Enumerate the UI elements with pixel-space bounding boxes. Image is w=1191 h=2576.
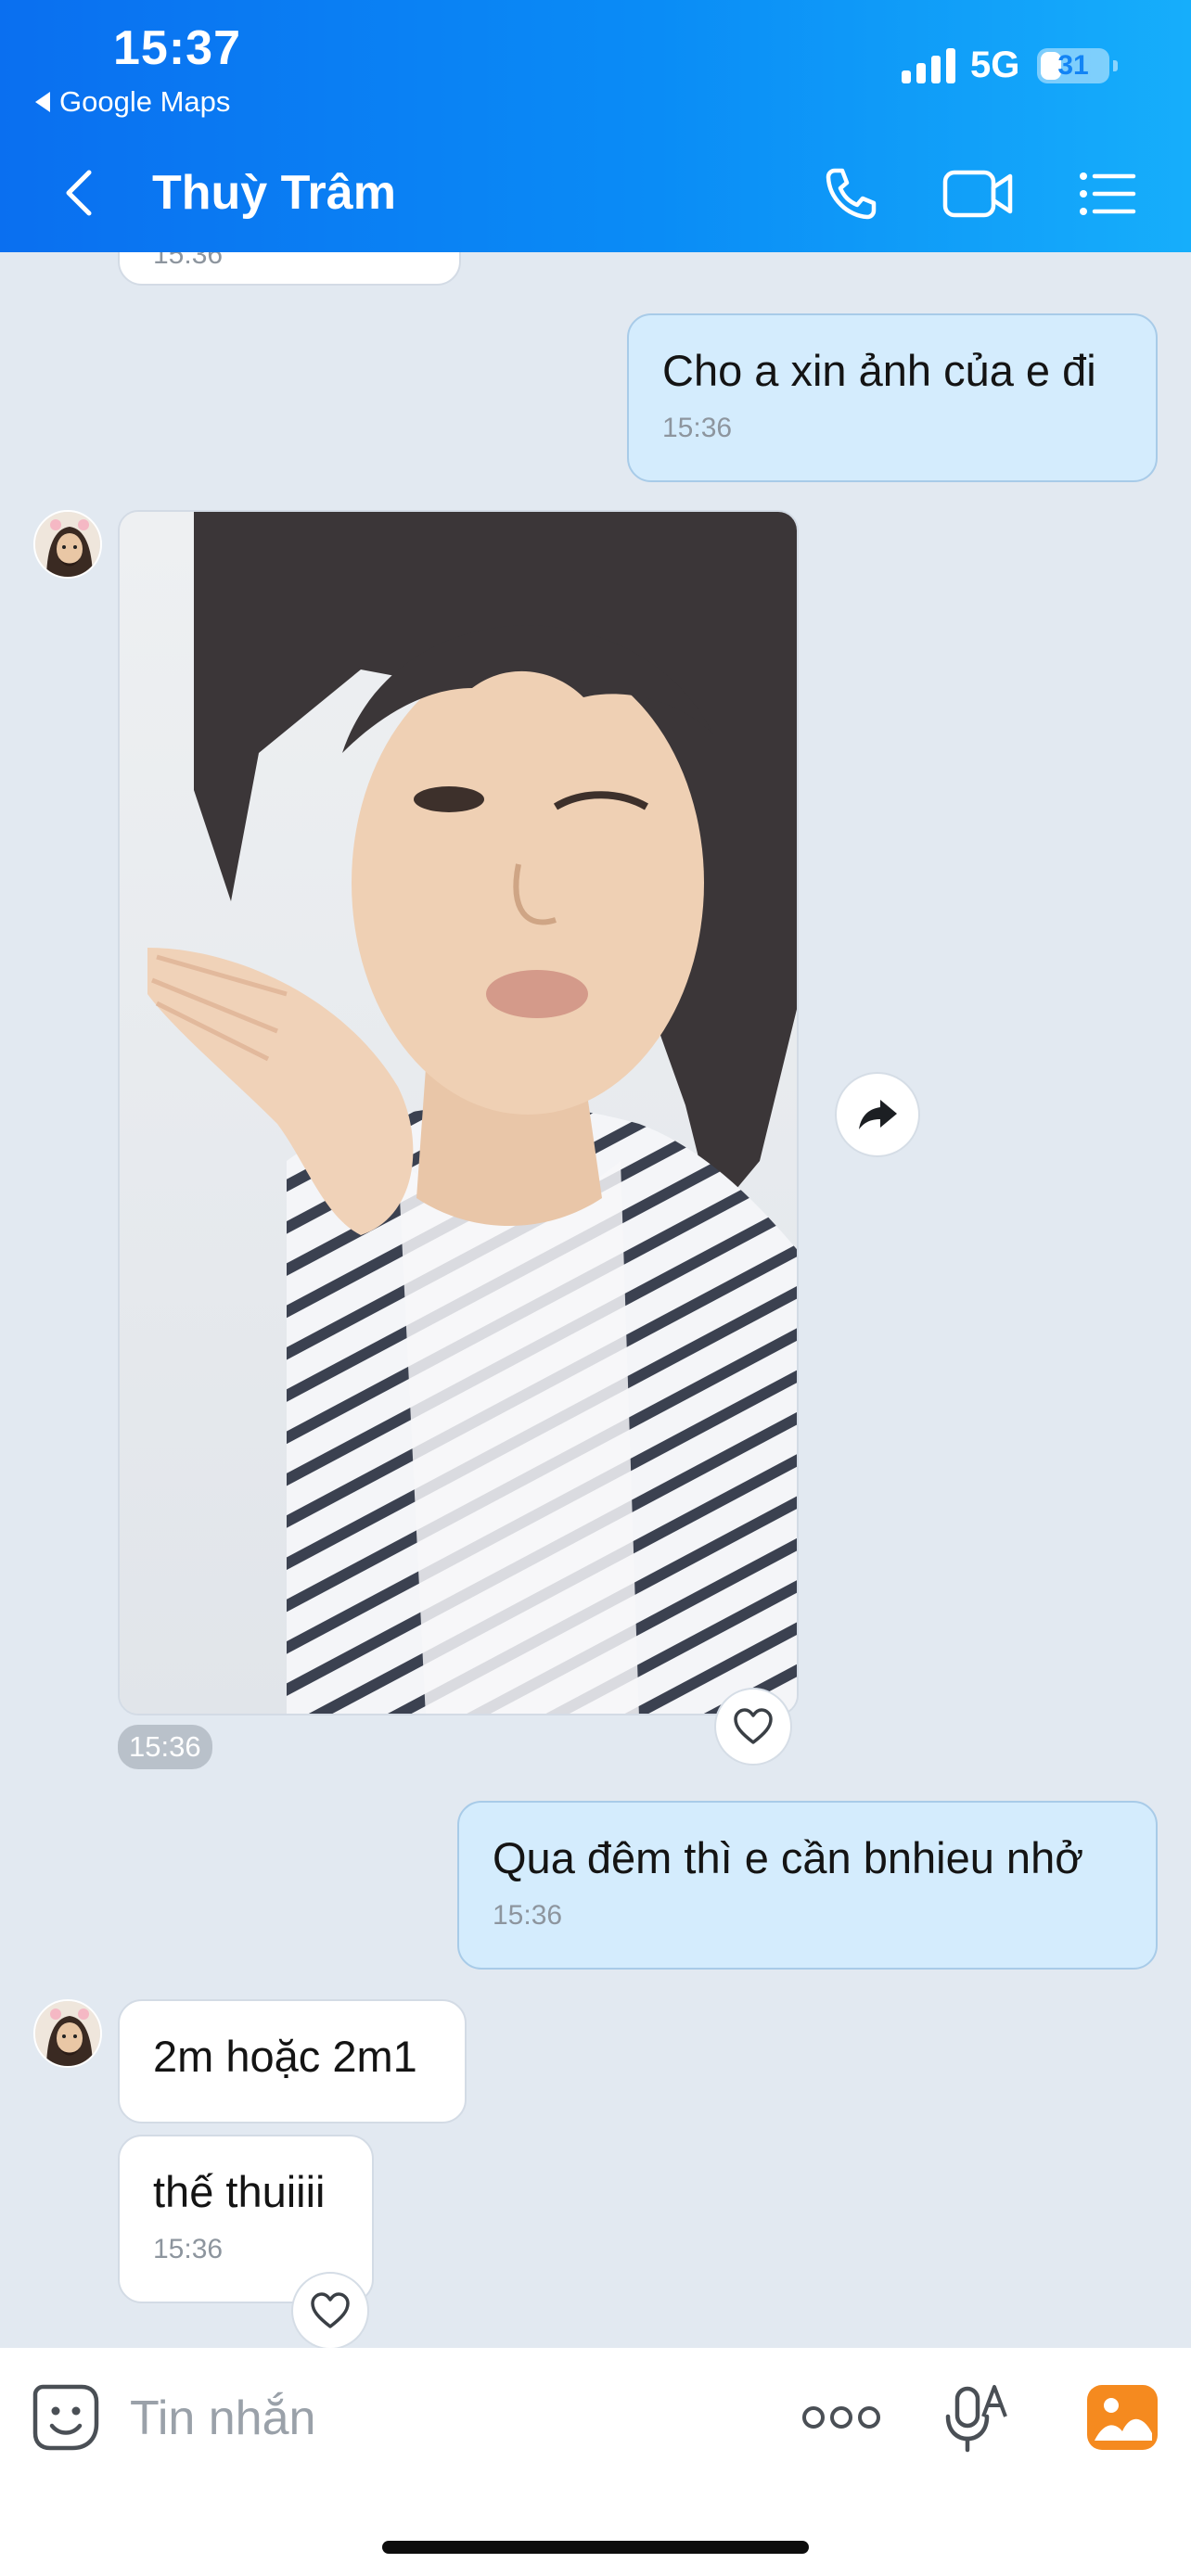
message-text: 2m hoặc 2m1 <box>153 2032 417 2081</box>
message-text: thế thuiiii <box>153 2167 326 2216</box>
video-call-icon <box>942 170 1013 218</box>
status-time: 15:37 <box>113 21 241 75</box>
menu-list-icon <box>1080 172 1136 215</box>
message-bubble-partial[interactable]: 15:36 <box>118 252 461 286</box>
message-text: Cho a xin ảnh của e đi <box>662 346 1096 395</box>
photo-gallery-icon <box>1087 2385 1158 2450</box>
emoji-sticker-icon <box>32 2384 99 2451</box>
back-to-app-link[interactable]: Google Maps <box>35 85 230 119</box>
chat-menu-button[interactable] <box>1074 159 1143 228</box>
photo-time: 15:36 <box>118 1725 212 1769</box>
photo-gallery-button[interactable] <box>1083 2379 1161 2455</box>
voice-call-button[interactable] <box>816 159 885 228</box>
avatar[interactable] <box>33 1999 102 2068</box>
more-dots-icon <box>802 2406 880 2429</box>
chat-header: 15:37 Google Maps 5G 31 Thuỳ Trâm <box>0 0 1191 252</box>
back-app-label: Google Maps <box>59 85 231 118</box>
back-triangle-icon <box>35 92 50 112</box>
contact-avatar-icon <box>35 2001 100 2066</box>
back-button[interactable] <box>58 165 104 221</box>
share-forward-icon <box>859 1100 897 1129</box>
message-time: 15:36 <box>493 1900 563 1931</box>
message-time: 15:36 <box>153 2234 224 2264</box>
avatar[interactable] <box>33 510 102 579</box>
signal-bars-icon <box>902 46 955 83</box>
network-type: 5G <box>970 45 1020 85</box>
message-list[interactable]: 15:36 Cho a xin ảnh của e đi 15:36 15:36… <box>0 252 1191 2348</box>
message-react-button[interactable] <box>291 2272 369 2348</box>
message-bubble-sent[interactable]: Cho a xin ảnh của e đi 15:36 <box>627 313 1158 482</box>
emoji-button[interactable] <box>28 2379 104 2455</box>
message-input[interactable] <box>130 2391 779 2446</box>
voice-to-text-icon <box>945 2385 1007 2453</box>
message-time: 15:36 <box>662 413 733 443</box>
photo-react-button[interactable] <box>714 1688 792 1766</box>
battery-level: 31 <box>1057 50 1089 81</box>
video-call-button[interactable] <box>941 159 1016 228</box>
message-bubble-received[interactable]: 2m hoặc 2m1 <box>118 1999 467 2123</box>
phone-icon <box>826 168 877 220</box>
battery-icon: 31 <box>1037 48 1118 83</box>
message-bubble-sent[interactable]: Qua đêm thì e cần bnhieu nhở 15:36 <box>457 1801 1158 1970</box>
message-composer <box>0 2348 1191 2576</box>
photo-message[interactable] <box>118 510 799 1715</box>
message-time: 15:36 <box>153 252 224 270</box>
back-arrow-icon <box>66 170 92 216</box>
heart-outline-icon <box>311 2292 350 2328</box>
share-button[interactable] <box>835 1072 920 1157</box>
shared-photo <box>120 512 797 1714</box>
voice-to-text-button[interactable] <box>937 2379 1013 2455</box>
heart-outline-icon <box>734 1708 773 1744</box>
home-indicator[interactable] <box>382 2541 809 2554</box>
chat-title[interactable]: Thuỳ Trâm <box>152 165 396 221</box>
message-text: Qua đêm thì e cần bnhieu nhở <box>493 1833 1084 1882</box>
more-options-button[interactable] <box>800 2379 883 2455</box>
contact-avatar-icon <box>35 512 100 577</box>
